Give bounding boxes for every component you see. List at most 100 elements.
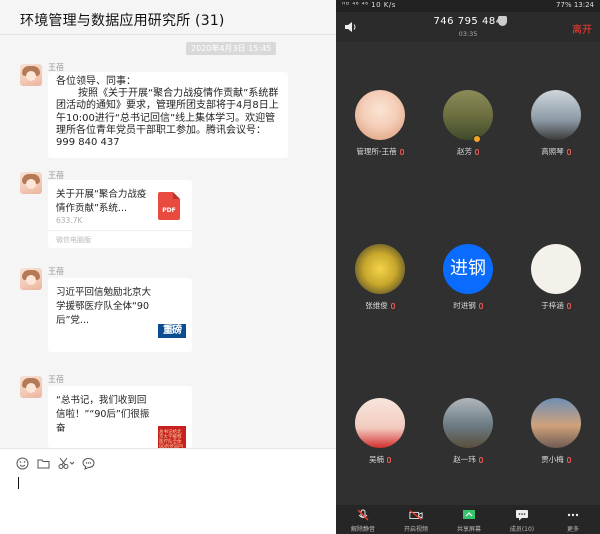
meeting-screen: ᴴᴰ ⁴⁶ ⁴⁶ 10 K/s 77% 13:24 746 795 484 03… <box>336 0 600 534</box>
participant-name-text: 时进钢 <box>453 301 476 310</box>
participant-name: 吴楠 <box>336 454 424 465</box>
text-message[interactable]: 各位领导、同事： 按照《关于开展“聚合力战疫情作贡献”系统群团活动的通知》要求，… <box>48 72 288 158</box>
message-input-area[interactable] <box>0 448 336 534</box>
mic-muted-icon <box>478 457 483 463</box>
participant-name-text: 赵一玮 <box>453 455 476 464</box>
more-button[interactable]: 更多 <box>548 509 598 533</box>
participant-name: 贾小梅 <box>512 454 600 465</box>
participant-avatar <box>531 244 581 294</box>
shield-icon[interactable] <box>498 16 507 26</box>
article-message-card[interactable]: 习近平回信勉励北京大学援鄂医疗队全体“90后”党... 重磅 <box>48 278 192 352</box>
participant-name-text: 于梓涵 <box>541 301 564 310</box>
button-label: 成员(10) <box>509 526 535 533</box>
sender-name: 王蓓 <box>48 375 64 384</box>
emoji-icon[interactable] <box>16 457 29 470</box>
scissors-icon[interactable] <box>58 457 74 470</box>
members-icon <box>516 510 528 521</box>
participant-tile[interactable]: 吴楠 <box>336 398 424 508</box>
participant-tile[interactable]: 赵一玮 <box>424 398 512 508</box>
mic-muted-icon <box>566 303 571 309</box>
article-title: 习近平回信勉励北京大学援鄂医疗队全体“90后”党... <box>56 287 152 326</box>
participant-avatar: 进钢 <box>443 244 493 294</box>
divider <box>0 34 336 35</box>
meeting-id[interactable]: 746 795 484 <box>336 16 600 27</box>
meeting-top-bar: 746 795 484 03:35 离开 <box>336 12 600 42</box>
sender-name: 王蓓 <box>48 267 64 276</box>
message-line: 各位领导、同事： <box>56 76 136 87</box>
participant-name: 赵芳 <box>424 146 512 157</box>
button-label: 开启视频 <box>403 526 428 533</box>
participant-tile[interactable]: 高照琴 <box>512 90 600 200</box>
button-label: 共享屏幕 <box>456 526 481 533</box>
participant-name: 管理所-王蓓 <box>336 146 424 157</box>
message-timestamp: 2020年4月3日 15:45 <box>186 42 277 55</box>
participant-name: 张维俊 <box>336 300 424 311</box>
more-icon <box>567 513 579 517</box>
sender-avatar[interactable] <box>20 64 42 86</box>
participant-name: 时进钢 <box>424 300 512 311</box>
file-message-card[interactable]: 关于开展“聚合力战疫情作贡献”系统... PDF 633.7K 微信电脑版 <box>48 180 192 248</box>
sender-avatar[interactable] <box>20 268 42 290</box>
card-footer: 微信电脑版 <box>48 230 192 248</box>
mic-off-icon <box>357 509 369 521</box>
participant-name: 高照琴 <box>512 146 600 157</box>
participant-name: 赵一玮 <box>424 454 512 465</box>
meeting-duration: 03:35 <box>458 30 478 38</box>
mic-muted-icon <box>566 457 571 463</box>
participant-name-text: 贾小梅 <box>541 455 564 464</box>
pdf-icon: PDF <box>158 192 180 220</box>
share-screen-icon <box>463 510 475 519</box>
start-video-button[interactable]: 开启视频 <box>391 509 441 533</box>
file-name: 关于开展“聚合力战疫情作贡献”系统... <box>56 189 147 214</box>
battery-time: 77% 13:24 <box>556 1 594 9</box>
sender-avatar[interactable] <box>20 172 42 194</box>
leave-button[interactable]: 离开 <box>572 21 592 36</box>
article-message-card[interactable]: “总书记，我们收到回信啦！”“90后”们很振奋 总书记给北京大学援鄂医疗队全体9… <box>48 386 192 452</box>
participant-tile[interactable]: 张维俊 <box>336 244 424 354</box>
participant-avatar <box>355 398 405 448</box>
chat-bubble-icon[interactable] <box>82 457 95 470</box>
mic-muted-icon <box>478 303 483 309</box>
chat-window: 环境管理与数据应用研究所 (31) 2020年4月3日 15:45 王蓓 各位领… <box>0 0 336 534</box>
host-badge-icon <box>473 135 481 143</box>
file-size: 633.7K <box>56 216 83 225</box>
participant-name-text: 赵芳 <box>457 147 472 156</box>
text-caret <box>18 477 19 489</box>
participant-tile[interactable]: 管理所-王蓓 <box>336 90 424 200</box>
network-status: ᴴᴰ ⁴⁶ ⁴⁶ 10 K/s <box>342 1 396 9</box>
unmute-button[interactable]: 解除静音 <box>338 509 388 533</box>
participant-name-text: 吴楠 <box>369 455 384 464</box>
chat-title: 环境管理与数据应用研究所 (31) <box>20 13 225 29</box>
mic-muted-icon <box>387 457 391 463</box>
participant-avatar <box>443 398 493 448</box>
share-screen-button[interactable]: 共享屏幕 <box>444 509 494 533</box>
sender-avatar[interactable] <box>20 376 42 398</box>
pdf-icon-label: PDF <box>162 207 176 214</box>
mic-muted-icon <box>566 149 571 155</box>
article-title: “总书记，我们收到回信啦！”“90后”们很振奋 <box>56 395 150 434</box>
mic-muted-icon <box>390 303 395 309</box>
participant-name-text: 管理所-王蓓 <box>356 147 397 156</box>
participant-tile[interactable]: 赵芳 <box>424 90 512 200</box>
file-source: 微信电脑版 <box>56 236 91 244</box>
participant-name-text: 张维俊 <box>365 301 388 310</box>
participant-avatar <box>531 90 581 140</box>
mic-muted-icon <box>475 149 479 155</box>
article-thumbnail: 重磅 <box>158 318 186 344</box>
status-bar: ᴴᴰ ⁴⁶ ⁴⁶ 10 K/s 77% 13:24 <box>336 0 600 12</box>
participant-tile[interactable]: 贾小梅 <box>512 398 600 508</box>
message-line: 按照《关于开展“聚合力战疫情作贡献”系统群团活动的通知》要求，管理所团支部将于4… <box>56 88 279 149</box>
button-label: 更多 <box>566 526 579 533</box>
participant-avatar <box>531 398 581 448</box>
folder-icon[interactable] <box>37 457 50 470</box>
participant-avatar <box>443 90 493 140</box>
participant-name-text: 高照琴 <box>541 147 564 156</box>
thumbnail-text: 重磅 <box>158 324 186 338</box>
members-button[interactable]: 成员(10) <box>497 509 547 533</box>
participant-avatar <box>355 90 405 140</box>
participant-tile[interactable]: 进钢 时进钢 <box>424 244 512 354</box>
meeting-bottom-bar: 解除静音 开启视频 共享屏幕 成员(10) 更多 <box>336 505 600 534</box>
button-label: 解除静音 <box>350 526 375 533</box>
participant-tile[interactable]: 于梓涵 <box>512 244 600 354</box>
participant-name: 于梓涵 <box>512 300 600 311</box>
